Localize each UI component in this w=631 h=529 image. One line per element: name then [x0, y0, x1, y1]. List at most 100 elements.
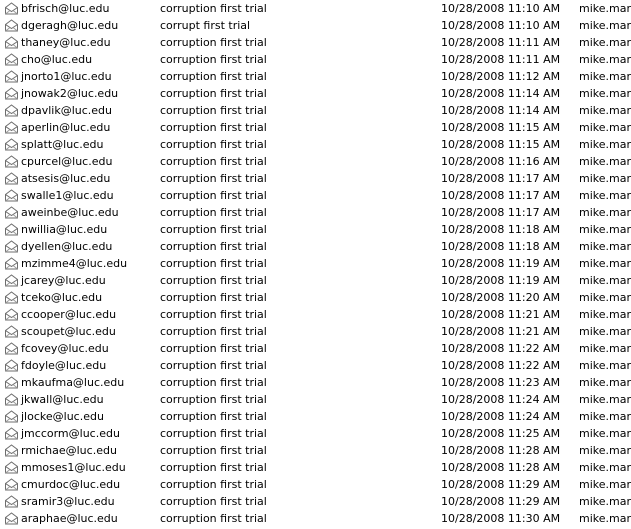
message-row[interactable]: jcarey@luc.edu corruption first trial 10…	[0, 272, 631, 289]
message-row[interactable]: aperlin@luc.edu corruption first trial 1…	[0, 119, 631, 136]
subject-cell: corruption first trial	[160, 240, 267, 253]
sender-cell: dyellen@luc.edu	[21, 240, 113, 253]
sender-cell: mmoses1@luc.edu	[21, 461, 126, 474]
received-date-cell: 10/28/2008 11:15 AM	[441, 121, 561, 134]
account-cell: mike.mars	[579, 155, 631, 168]
subject-cell: corruption first trial	[160, 478, 267, 491]
message-row[interactable]: jnowak2@luc.edu corruption first trial 1…	[0, 85, 631, 102]
subject-cell: corruption first trial	[160, 308, 267, 321]
sender-cell: sramir3@luc.edu	[21, 495, 115, 508]
received-date-cell: 10/28/2008 11:10 AM	[441, 2, 561, 15]
read-envelope-icon	[5, 36, 18, 49]
message-row[interactable]: dyellen@luc.edu corruption first trial 1…	[0, 238, 631, 255]
message-row[interactable]: thaney@luc.edu corruption first trial 10…	[0, 34, 631, 51]
message-row[interactable]: fdoyle@luc.edu corruption first trial 10…	[0, 357, 631, 374]
message-row[interactable]: ccooper@luc.edu corruption first trial 1…	[0, 306, 631, 323]
read-envelope-icon	[5, 427, 18, 440]
message-row[interactable]: dgeragh@luc.edu corrupt first trial 10/2…	[0, 17, 631, 34]
message-list: bfrisch@luc.edu corruption first trial 1…	[0, 0, 631, 529]
received-date-cell: 10/28/2008 11:17 AM	[441, 189, 561, 202]
read-envelope-icon	[5, 274, 18, 287]
message-row[interactable]: aweinbe@luc.edu corruption first trial 1…	[0, 204, 631, 221]
subject-cell: corruption first trial	[160, 274, 267, 287]
account-cell: mike.mars	[579, 2, 631, 15]
sender-cell: cho@luc.edu	[21, 53, 93, 66]
account-cell: mike.mars	[579, 512, 631, 525]
message-row[interactable]: tceko@luc.edu corruption first trial 10/…	[0, 289, 631, 306]
sender-cell: mkaufma@luc.edu	[21, 376, 125, 389]
account-cell: mike.mars	[579, 19, 631, 32]
subject-cell: corruption first trial	[160, 342, 267, 355]
read-envelope-icon	[5, 121, 18, 134]
read-envelope-icon	[5, 461, 18, 474]
account-cell: mike.mars	[579, 257, 631, 270]
message-row[interactable]: dpavlik@luc.edu corruption first trial 1…	[0, 102, 631, 119]
received-date-cell: 10/28/2008 11:14 AM	[441, 87, 561, 100]
read-envelope-icon	[5, 53, 18, 66]
subject-cell: corruption first trial	[160, 223, 267, 236]
read-envelope-icon	[5, 138, 18, 151]
received-date-cell: 10/28/2008 11:21 AM	[441, 325, 561, 338]
read-envelope-icon	[5, 87, 18, 100]
read-envelope-icon	[5, 308, 18, 321]
sender-cell: jcarey@luc.edu	[21, 274, 106, 287]
message-row[interactable]: mkaufma@luc.edu corruption first trial 1…	[0, 374, 631, 391]
message-row[interactable]: swalle1@luc.edu corruption first trial 1…	[0, 187, 631, 204]
message-row[interactable]: jnorto1@luc.edu corruption first trial 1…	[0, 68, 631, 85]
received-date-cell: 10/28/2008 11:23 AM	[441, 376, 561, 389]
message-row[interactable]: jkwall@luc.edu corruption first trial 10…	[0, 391, 631, 408]
read-envelope-icon	[5, 240, 18, 253]
sender-cell: jnowak2@luc.edu	[21, 87, 119, 100]
subject-cell: corruption first trial	[160, 257, 267, 270]
received-date-cell: 10/28/2008 11:25 AM	[441, 427, 561, 440]
sender-cell: mzimme4@luc.edu	[21, 257, 128, 270]
subject-cell: corruption first trial	[160, 2, 267, 15]
account-cell: mike.mars	[579, 291, 631, 304]
subject-cell: corruption first trial	[160, 87, 267, 100]
message-row[interactable]: jlocke@luc.edu corruption first trial 10…	[0, 408, 631, 425]
account-cell: mike.mars	[579, 104, 631, 117]
message-row[interactable]: bfrisch@luc.edu corruption first trial 1…	[0, 0, 631, 17]
message-row[interactable]: splatt@luc.edu corruption first trial 10…	[0, 136, 631, 153]
subject-cell: corruption first trial	[160, 206, 267, 219]
subject-cell: corruption first trial	[160, 444, 267, 457]
message-row[interactable]: scoupet@luc.edu corruption first trial 1…	[0, 323, 631, 340]
received-date-cell: 10/28/2008 11:11 AM	[441, 53, 561, 66]
message-row[interactable]: rmichae@luc.edu corruption first trial 1…	[0, 442, 631, 459]
message-row[interactable]: araphae@luc.edu corruption first trial 1…	[0, 510, 631, 527]
received-date-cell: 10/28/2008 11:14 AM	[441, 104, 561, 117]
read-envelope-icon	[5, 342, 18, 355]
received-date-cell: 10/28/2008 11:28 AM	[441, 461, 561, 474]
message-row[interactable]: cmurdoc@luc.edu corruption first trial 1…	[0, 476, 631, 493]
received-date-cell: 10/28/2008 11:24 AM	[441, 410, 561, 423]
message-row[interactable]: sramir3@luc.edu corruption first trial 1…	[0, 493, 631, 510]
account-cell: mike.mars	[579, 427, 631, 440]
message-row[interactable]: fcovey@luc.edu corruption first trial 10…	[0, 340, 631, 357]
message-row[interactable]: atsesis@luc.edu corruption first trial 1…	[0, 170, 631, 187]
message-row[interactable]: nwillia@luc.edu corruption first trial 1…	[0, 221, 631, 238]
read-envelope-icon	[5, 70, 18, 83]
received-date-cell: 10/28/2008 11:24 AM	[441, 393, 561, 406]
read-envelope-icon	[5, 2, 18, 15]
account-cell: mike.mars	[579, 359, 631, 372]
received-date-cell: 10/28/2008 11:15 AM	[441, 138, 561, 151]
message-row[interactable]: cho@luc.edu corruption first trial 10/28…	[0, 51, 631, 68]
read-envelope-icon	[5, 206, 18, 219]
read-envelope-icon	[5, 495, 18, 508]
account-cell: mike.mars	[579, 495, 631, 508]
message-row[interactable]: mzimme4@luc.edu corruption first trial 1…	[0, 255, 631, 272]
read-envelope-icon	[5, 393, 18, 406]
received-date-cell: 10/28/2008 11:18 AM	[441, 223, 561, 236]
account-cell: mike.mars	[579, 223, 631, 236]
received-date-cell: 10/28/2008 11:18 AM	[441, 240, 561, 253]
account-cell: mike.mars	[579, 376, 631, 389]
subject-cell: corruption first trial	[160, 36, 267, 49]
sender-cell: jkwall@luc.edu	[21, 393, 104, 406]
account-cell: mike.mars	[579, 274, 631, 287]
message-row[interactable]: cpurcel@luc.edu corruption first trial 1…	[0, 153, 631, 170]
sender-cell: cpurcel@luc.edu	[21, 155, 113, 168]
read-envelope-icon	[5, 19, 18, 32]
received-date-cell: 10/28/2008 11:19 AM	[441, 274, 561, 287]
message-row[interactable]: mmoses1@luc.edu corruption first trial 1…	[0, 459, 631, 476]
message-row[interactable]: jmccorm@luc.edu corruption first trial 1…	[0, 425, 631, 442]
